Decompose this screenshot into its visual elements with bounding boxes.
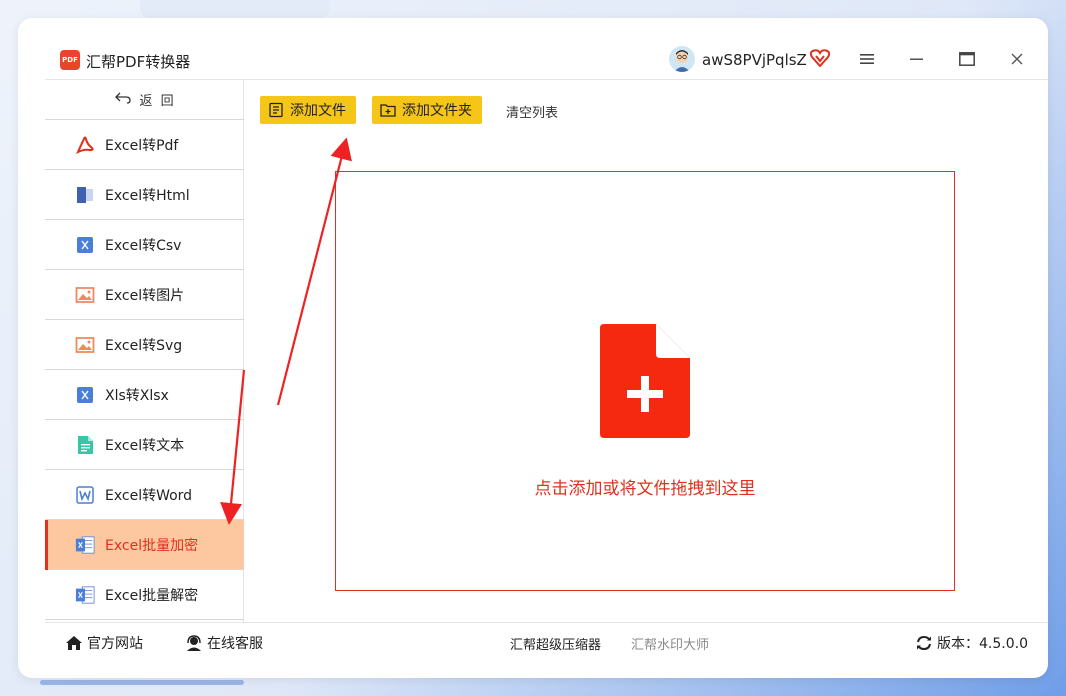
sidebar-item-excel-to-word[interactable]: Excel转Word <box>45 470 244 520</box>
image-icon <box>75 285 95 305</box>
vip-heart-icon[interactable] <box>809 49 831 68</box>
svg-icon <box>75 335 95 355</box>
home-icon <box>65 635 83 651</box>
minimize-icon[interactable] <box>906 48 928 70</box>
maximize-icon[interactable] <box>956 48 978 70</box>
sidebar-item-excel-to-image[interactable]: Excel转图片 <box>45 270 244 320</box>
footer-bar: 官方网站 在线客服 汇帮超级压缩器 汇帮水印大师 版本：4.5.0.0 <box>45 622 1048 658</box>
username[interactable]: awS8PVjPqlsZ <box>702 51 807 69</box>
app-title: 汇帮PDF转换器 <box>86 53 191 71</box>
encrypt-icon <box>75 535 95 555</box>
version-info[interactable]: 版本：4.5.0.0 <box>915 633 1028 653</box>
sidebar-item-label: Excel转图片 <box>105 287 185 304</box>
file-drop-zone[interactable]: 点击添加或将文件拖拽到这里 <box>335 171 955 591</box>
headset-icon <box>185 635 203 651</box>
html-icon <box>75 185 95 205</box>
refresh-icon <box>915 635 933 651</box>
compressor-link[interactable]: 汇帮超级压缩器 <box>510 634 601 653</box>
sidebar-item-label: Excel转Pdf <box>105 137 179 154</box>
add-file-icon <box>600 324 690 438</box>
background-shape <box>140 0 330 18</box>
sidebar-item-label: Excel转Csv <box>105 237 182 254</box>
website-link[interactable]: 官方网站 <box>65 633 143 653</box>
word-icon <box>75 485 95 505</box>
menu-icon[interactable] <box>856 48 878 70</box>
pdf-icon <box>75 135 95 155</box>
text-icon <box>75 435 95 455</box>
clear-list-button[interactable]: 清空列表 <box>506 102 558 121</box>
sidebar-item-label: Excel转Svg <box>105 337 183 354</box>
sidebar-item-excel-batch-encrypt[interactable]: Excel批量加密 <box>45 520 244 570</box>
background-bar <box>40 680 244 685</box>
app-window: PDF 汇帮PDF转换器 awS8PVjPqlsZ 返 回 Excel转Pdf … <box>18 18 1048 678</box>
file-list-icon <box>268 102 284 118</box>
sidebar-item-excel-to-csv[interactable]: Excel转Csv <box>45 220 244 270</box>
sidebar-item-excel-to-pdf[interactable]: Excel转Pdf <box>45 120 244 170</box>
watermark-link[interactable]: 汇帮水印大师 <box>631 634 709 653</box>
sidebar-item-label: Excel批量加密 <box>105 537 199 554</box>
sidebar-item-excel-to-html[interactable]: Excel转Html <box>45 170 244 220</box>
sidebar-item-label: Excel转文本 <box>105 437 185 454</box>
xlsx-icon <box>75 385 95 405</box>
app-logo-icon: PDF <box>60 50 80 70</box>
sidebar-item-excel-to-text[interactable]: Excel转文本 <box>45 420 244 470</box>
drop-zone-hint: 点击添加或将文件拖拽到这里 <box>534 479 756 499</box>
sidebar-item-excel-to-svg[interactable]: Excel转Svg <box>45 320 244 370</box>
back-label: 返 回 <box>139 94 174 109</box>
csv-icon <box>75 235 95 255</box>
user-avatar[interactable] <box>669 46 695 72</box>
decrypt-icon <box>75 585 95 605</box>
sidebar-item-xls-to-xlsx[interactable]: Xls转Xlsx <box>45 370 244 420</box>
add-file-button[interactable]: 添加文件 <box>260 96 356 124</box>
close-icon[interactable] <box>1006 48 1028 70</box>
sidebar-item-label: Excel转Html <box>105 187 190 204</box>
folder-add-icon <box>380 102 396 118</box>
sidebar-item-label: Excel转Word <box>105 487 193 504</box>
sidebar-item-excel-batch-decrypt[interactable]: Excel批量解密 <box>45 570 244 620</box>
back-arrow-icon <box>115 92 132 108</box>
back-button[interactable]: 返 回 <box>45 80 244 120</box>
add-folder-button[interactable]: 添加文件夹 <box>372 96 482 124</box>
sidebar-item-label: Excel批量解密 <box>105 587 199 604</box>
sidebar: 返 回 Excel转Pdf Excel转Html Excel转Csv Excel… <box>45 80 244 622</box>
sidebar-item-label: Xls转Xlsx <box>105 387 169 404</box>
support-link[interactable]: 在线客服 <box>185 633 263 653</box>
title-bar: PDF 汇帮PDF转换器 awS8PVjPqlsZ <box>18 18 1048 80</box>
